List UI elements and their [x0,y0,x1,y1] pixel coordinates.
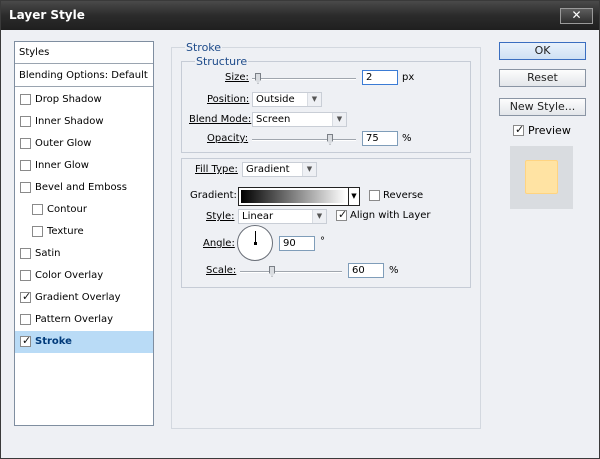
style-item-contour[interactable]: Contour [15,199,153,221]
style-item-drop-shadow[interactable]: Drop Shadow [15,89,153,111]
check-icon: ✓ [338,208,348,221]
styles-list: Styles Blending Options: Default Drop Sh… [14,41,154,426]
style-item-label: Contour [47,204,87,215]
chevron-down-icon[interactable]: ▼ [348,188,359,205]
close-icon: ✕ [571,8,582,22]
inner-shadow-checkbox[interactable] [20,116,31,127]
gradient-style-value: Linear [242,211,274,222]
style-item-bevel-emboss[interactable]: Bevel and Emboss [15,177,153,199]
size-unit: px [402,72,415,83]
opacity-field[interactable]: 75 [362,131,398,146]
angle-hub [254,242,257,245]
style-item-label: Pattern Overlay [35,314,114,325]
fill-type-select[interactable]: Gradient ▼ [242,162,317,177]
align-with-layer-checkbox[interactable]: ✓ [336,208,348,221]
preview-label: Preview [528,124,571,137]
style-label: Style: [206,211,235,222]
style-item-label: Inner Shadow [35,116,104,127]
gradient-overlay-checkbox[interactable]: ✓ [20,290,32,303]
close-button[interactable]: ✕ [560,8,593,24]
scale-label: Scale: [206,265,237,276]
blend-mode-value: Screen [256,114,291,125]
contour-checkbox[interactable] [32,204,43,215]
gradient-picker[interactable]: ▼ [238,187,360,206]
chevron-down-icon: ▼ [312,210,326,223]
blending-options-label: Blending Options: Default [19,70,148,81]
style-item-label: Inner Glow [35,160,89,171]
chevron-down-icon: ▼ [307,93,321,106]
satin-checkbox[interactable] [20,248,31,259]
style-item-label: Drop Shadow [35,94,102,105]
gradient-style-select[interactable]: Linear ▼ [238,209,327,224]
reverse-label: Reverse [383,190,424,201]
structure-legend: Structure [195,55,249,68]
opacity-slider-track[interactable] [252,139,356,141]
angle-field[interactable]: 90 [279,236,315,251]
stroke-checkbox[interactable]: ✓ [20,334,32,347]
reset-button[interactable]: Reset [499,69,586,87]
gradient-label: Gradient: [190,190,237,201]
size-slider-track[interactable] [252,78,356,80]
style-item-color-overlay[interactable]: Color Overlay [15,265,153,287]
style-item-label: Outer Glow [35,138,92,149]
blend-mode-select[interactable]: Screen ▼ [252,112,347,127]
chevron-down-icon: ▼ [332,113,346,126]
style-item-texture[interactable]: Texture [15,221,153,243]
styles-header[interactable]: Styles [15,42,153,64]
style-item-inner-shadow[interactable]: Inner Shadow [15,111,153,133]
position-label: Position: [207,94,250,105]
scale-unit: % [389,265,399,276]
blending-options-item[interactable]: Blending Options: Default [15,65,153,87]
size-label: Size: [225,72,249,83]
angle-label: Angle: [203,238,235,249]
layer-style-dialog: Layer Style ✕ Styles Blending Options: D… [0,0,600,459]
style-item-gradient-overlay[interactable]: ✓ Gradient Overlay [15,287,153,309]
check-icon: ✓ [22,334,32,347]
style-item-label: Bevel and Emboss [35,182,127,193]
check-icon: ✓ [515,123,525,136]
gradient-preview[interactable] [241,190,346,203]
texture-checkbox[interactable] [32,226,43,237]
style-item-label: Gradient Overlay [35,292,121,303]
preview-box [510,146,573,209]
position-value: Outside [256,94,295,105]
preview-swatch [525,160,558,194]
inner-glow-checkbox[interactable] [20,160,31,171]
stroke-legend: Stroke [185,41,223,54]
fill-type-value: Gradient [246,164,290,175]
align-with-layer-label: Align with Layer [350,210,431,221]
style-item-satin[interactable]: Satin [15,243,153,265]
style-item-pattern-overlay[interactable]: Pattern Overlay [15,309,153,331]
style-item-outer-glow[interactable]: Outer Glow [15,133,153,155]
angle-dial[interactable] [237,225,273,261]
drop-shadow-checkbox[interactable] [20,94,31,105]
preview-checkbox[interactable]: ✓ [513,123,525,136]
dialog-title: Layer Style [9,8,85,22]
style-item-label: Texture [47,226,84,237]
fill-type-label: Fill Type: [195,164,238,175]
pattern-overlay-checkbox[interactable] [20,314,31,325]
opacity-label: Opacity: [207,133,249,144]
scale-slider-track[interactable] [240,271,342,273]
scale-field[interactable]: 60 [348,263,384,278]
color-overlay-checkbox[interactable] [20,270,31,281]
angle-unit: ° [320,236,325,247]
style-item-label: Satin [35,248,61,259]
style-item-label: Stroke [35,336,72,347]
opacity-unit: % [402,133,412,144]
position-select[interactable]: Outside ▼ [252,92,322,107]
style-item-label: Color Overlay [35,270,104,281]
new-style-button[interactable]: New Style... [499,98,586,116]
size-field[interactable]: 2 [362,70,398,85]
blend-mode-label: Blend Mode: [189,114,252,125]
style-item-inner-glow[interactable]: Inner Glow [15,155,153,177]
reverse-checkbox[interactable] [369,190,380,201]
title-bar[interactable]: Layer Style ✕ [1,1,599,30]
ok-button[interactable]: OK [499,42,586,60]
style-item-stroke[interactable]: ✓ Stroke [15,331,153,353]
bevel-emboss-checkbox[interactable] [20,182,31,193]
chevron-down-icon: ▼ [302,163,316,176]
outer-glow-checkbox[interactable] [20,138,31,149]
check-icon: ✓ [22,290,32,303]
